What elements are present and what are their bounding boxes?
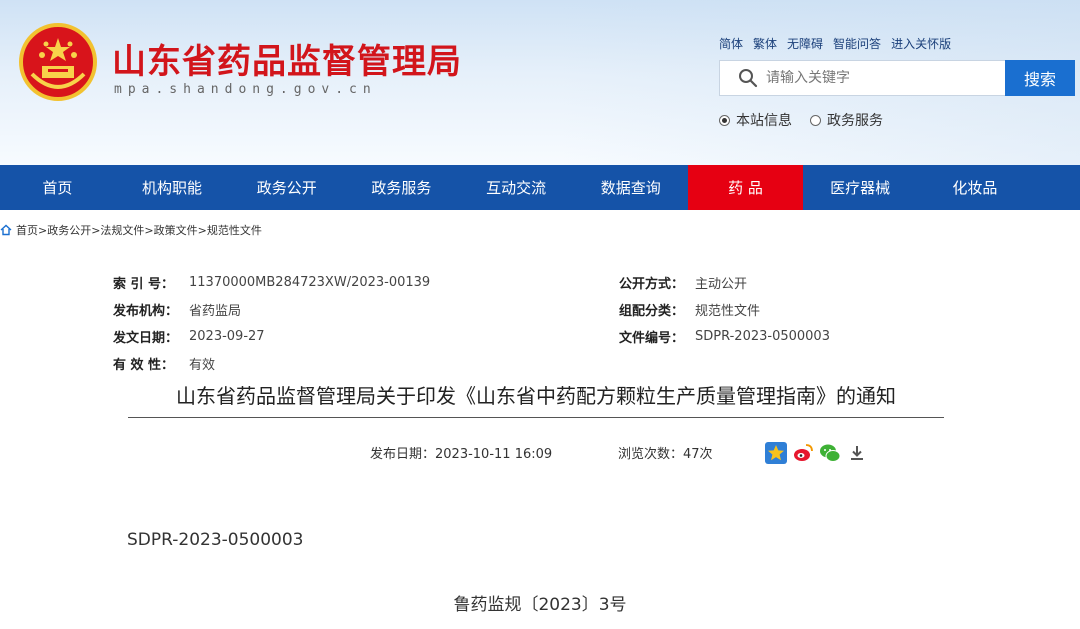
view-count: 浏览次数：47次 [618,443,713,462]
search-icon [739,69,758,88]
site-domain: mpa.shandong.gov.cn [114,82,377,97]
national-emblem-icon [19,23,97,101]
breadcrumb: 首页>政务公开>法规文件>政策文件>规范性文件 [0,222,262,238]
meta-label: 有 效 性： [113,358,175,373]
link-care-version[interactable]: 进入关怀版 [891,35,951,52]
link-simplified[interactable]: 简体 [719,35,743,52]
article-title: 山东省药品监督管理局关于印发《山东省中药配方颗粒生产质量管理指南》的通知 [128,380,944,418]
link-smart-qa[interactable]: 智能问答 [833,35,881,52]
meta-value: 省药监局 [189,304,242,319]
publish-date-label: 发布日期： [370,447,436,462]
radio-site[interactable] [719,114,730,126]
breadcrumb-text[interactable]: 首页>政务公开>法规文件>政策文件>规范性文件 [16,222,262,238]
nav-interaction[interactable]: 互动交流 [459,165,574,210]
meta-row: 索 引 号： 11370000MB284723XW/2023-00139 [113,269,430,296]
nav-gov-affairs[interactable]: 政务公开 [229,165,344,210]
scope-services-label: 政务服务 [827,113,883,129]
meta-value: 主动公开 [695,277,748,292]
nav-medical-devices[interactable]: 医疗器械 [803,165,918,210]
scope-services[interactable]: 政务服务 [810,110,883,130]
nav-data-query[interactable]: 数据查询 [573,165,688,210]
weibo-icon[interactable] [792,442,814,464]
meta-right: 公开方式： 主动公开 组配分类： 规范性文件 文件编号： SDPR-2023-0… [619,269,830,350]
search-button[interactable]: 搜索 [1005,60,1075,96]
document-reference: 鲁药监规〔2023〕3号 [453,595,627,615]
nav-organization[interactable]: 机构职能 [115,165,230,210]
meta-row: 组配分类： 规范性文件 [619,296,830,323]
meta-label: 组配分类： [619,304,685,319]
view-count-label: 浏览次数： [618,447,684,462]
meta-value: 2023-09-27 [189,329,265,344]
wechat-icon[interactable] [819,442,841,464]
radio-services[interactable] [810,114,821,126]
meta-value: 有效 [189,358,216,373]
nav-gov-services[interactable]: 政务服务 [344,165,459,210]
share-bar [765,442,868,464]
nav-cosmetics[interactable]: 化妆品 [918,165,1033,210]
search-box: 搜索 [719,60,1075,96]
scope-site[interactable]: 本站信息 [719,110,792,130]
meta-left: 索 引 号： 11370000MB284723XW/2023-00139 发布机… [113,269,430,377]
meta-row: 公开方式： 主动公开 [619,269,830,296]
meta-row: 有 效 性： 有效 [113,350,430,377]
document-number: SDPR-2023-0500003 [127,530,304,550]
meta-value: 规范性文件 [695,304,761,319]
meta-value: SDPR-2023-0500003 [695,329,830,344]
meta-label: 发布机构： [113,304,179,319]
nav-drugs[interactable]: 药 品 [688,165,803,210]
publish-date-value: 2023-10-11 16:09 [435,447,553,462]
link-traditional[interactable]: 繁体 [753,35,777,52]
search-scope: 本站信息 政务服务 [719,110,883,130]
top-links: 简体 繁体 无障碍 智能问答 进入关怀版 [719,35,951,52]
nav-home[interactable]: 首页 [0,165,115,210]
view-count-value: 47次 [683,447,713,462]
qzone-icon[interactable] [765,442,787,464]
download-icon[interactable] [846,442,868,464]
meta-row: 发文日期： 2023-09-27 [113,323,430,350]
meta-row: 发布机构： 省药监局 [113,296,430,323]
site-title[interactable]: 山东省药品监督管理局 [112,34,462,83]
meta-label: 公开方式： [619,277,685,292]
meta-row: 文件编号： SDPR-2023-0500003 [619,323,830,350]
main-nav: 首页 机构职能 政务公开 政务服务 互动交流 数据查询 药 品 医疗器械 化妆品 [0,165,1080,210]
link-accessibility[interactable]: 无障碍 [787,35,823,52]
publish-date: 发布日期：2023-10-11 16:09 [370,443,552,462]
meta-value: 11370000MB284723XW/2023-00139 [189,275,431,290]
meta-label: 发文日期： [113,331,179,346]
site-header: 山东省药品监督管理局 mpa.shandong.gov.cn 简体 繁体 无障碍… [0,0,1080,165]
search-input[interactable] [766,70,986,86]
meta-label: 索 引 号： [113,277,175,292]
scope-site-label: 本站信息 [736,113,792,129]
home-icon [0,224,12,236]
meta-label: 文件编号： [619,331,685,346]
